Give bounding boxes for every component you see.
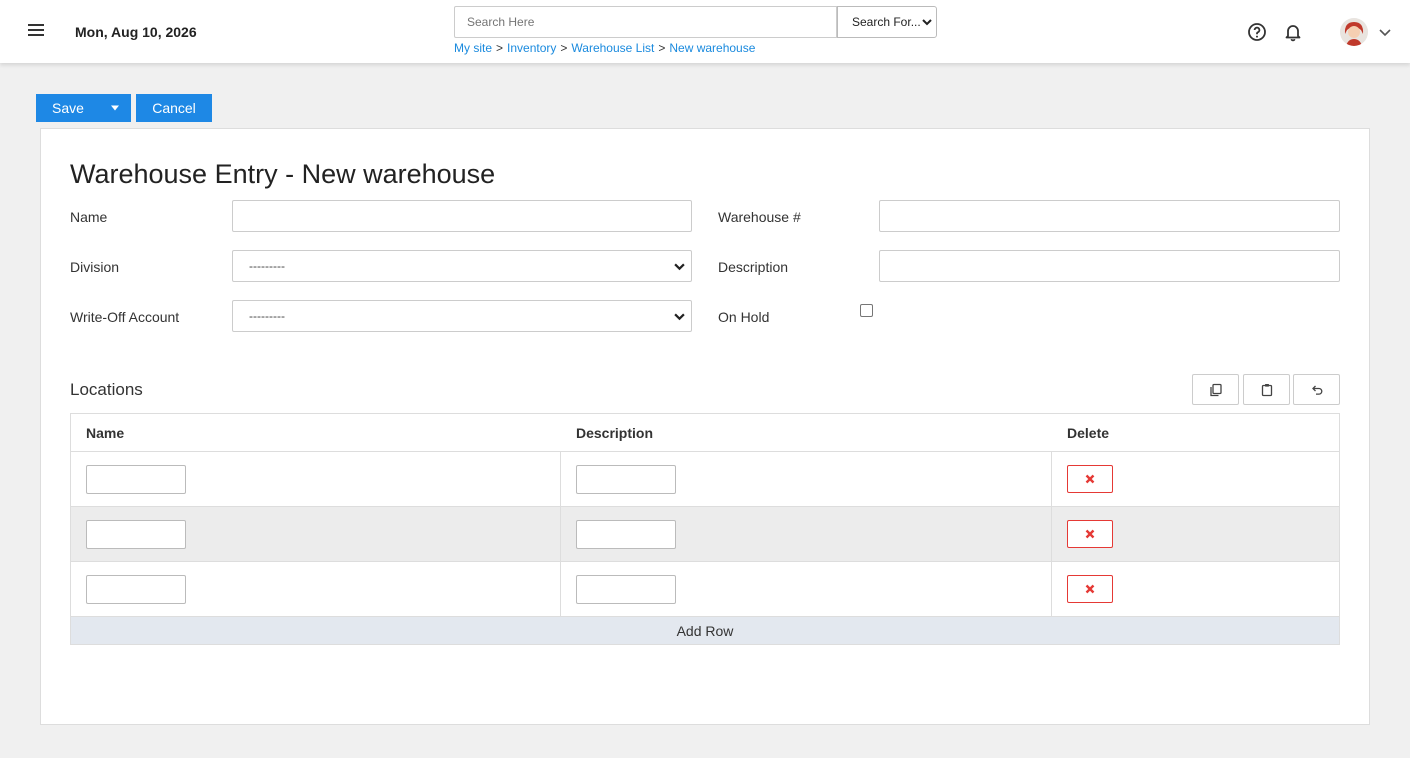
locations-grid: Name Description Delete Add Row	[70, 413, 1340, 645]
close-icon	[1085, 584, 1095, 594]
bell-icon[interactable]	[1283, 22, 1303, 42]
paste-icon	[1261, 383, 1272, 396]
location-description-input[interactable]	[576, 464, 676, 494]
breadcrumb-separator: >	[560, 41, 568, 55]
chevron-down-icon[interactable]	[1378, 25, 1392, 39]
description-label: Description	[718, 259, 789, 275]
breadcrumb-new-warehouse[interactable]: New warehouse	[669, 41, 755, 55]
caret-down-icon	[111, 105, 119, 111]
search-input[interactable]	[454, 6, 837, 38]
location-description-input[interactable]	[576, 574, 676, 604]
division-selected: ---------	[249, 259, 285, 273]
location-name-input[interactable]	[86, 519, 186, 549]
save-options-button[interactable]	[99, 94, 131, 122]
description-input[interactable]	[879, 250, 1340, 282]
column-header-delete: Delete	[1067, 424, 1110, 441]
undo-button[interactable]	[1293, 374, 1340, 405]
write-off-account-selected: ---------	[249, 309, 285, 323]
name-label: Name	[70, 209, 108, 225]
warehouse-entry-card: Warehouse Entry - New warehouse Name War…	[40, 128, 1370, 725]
breadcrumb-inventory[interactable]: Inventory	[507, 41, 556, 55]
location-name-input[interactable]	[86, 464, 186, 494]
add-row-button[interactable]: Add Row	[71, 617, 1339, 644]
division-select[interactable]: ---------	[232, 250, 692, 282]
search-scope-select[interactable]: Search For...	[837, 6, 937, 38]
column-header-name: Name	[86, 424, 125, 441]
page-title: Warehouse Entry - New warehouse	[70, 159, 496, 189]
breadcrumb-separator: >	[658, 41, 666, 55]
on-hold-label: On Hold	[718, 309, 770, 325]
cancel-button[interactable]: Cancel	[136, 94, 212, 122]
chevron-down-icon	[674, 263, 685, 270]
search-scope-value: Search For...	[852, 15, 921, 29]
top-bar: Mon, Aug 10, 2026 Search For... My site >…	[0, 0, 1410, 63]
breadcrumb-warehouse-list[interactable]: Warehouse List	[571, 41, 654, 55]
help-icon[interactable]	[1247, 22, 1267, 42]
table-row	[71, 452, 1339, 507]
name-input[interactable]	[232, 200, 692, 232]
location-description-input[interactable]	[576, 519, 676, 549]
breadcrumb-my-site[interactable]: My site	[454, 41, 492, 55]
breadcrumb: My site > Inventory > Warehouse List > New war…	[454, 41, 755, 55]
on-hold-checkbox[interactable]	[860, 304, 873, 317]
chevron-down-icon	[922, 19, 932, 26]
breadcrumb-separator: >	[496, 41, 504, 55]
delete-row-button[interactable]	[1067, 520, 1113, 548]
table-row	[71, 562, 1339, 617]
warehouse-number-label: Warehouse #	[718, 209, 801, 225]
write-off-account-select[interactable]: ---------	[232, 300, 692, 332]
locations-title: Locations	[70, 380, 143, 399]
delete-row-button[interactable]	[1067, 575, 1113, 603]
chevron-down-icon	[674, 313, 685, 320]
delete-row-button[interactable]	[1067, 465, 1113, 493]
location-name-input[interactable]	[86, 574, 186, 604]
table-row	[71, 507, 1339, 562]
write-off-account-label: Write-Off Account	[70, 309, 180, 325]
menu-icon[interactable]	[26, 22, 46, 42]
copy-icon	[1209, 383, 1222, 396]
paste-button[interactable]	[1243, 374, 1290, 405]
undo-icon	[1311, 385, 1322, 395]
grid-header: Name Description Delete	[71, 414, 1339, 452]
current-date: Mon, Aug 10, 2026	[75, 24, 197, 40]
avatar[interactable]	[1340, 18, 1368, 46]
close-icon	[1085, 474, 1095, 484]
copy-button[interactable]	[1192, 374, 1239, 405]
column-header-description: Description	[576, 424, 654, 441]
division-label: Division	[70, 259, 120, 275]
save-button[interactable]: Save	[36, 94, 99, 122]
warehouse-number-input[interactable]	[879, 200, 1340, 232]
close-icon	[1085, 529, 1095, 539]
